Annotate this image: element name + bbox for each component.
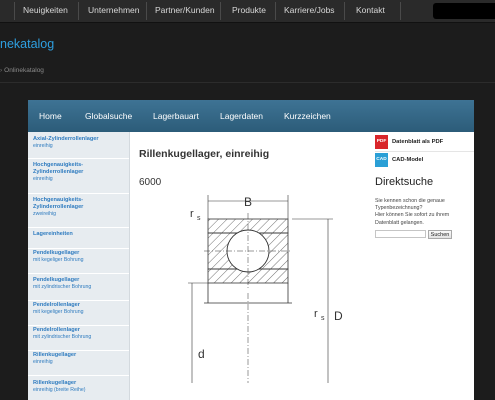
right-column: PDF Datenblatt als PDF CAD CAD-Model Dir… bbox=[375, 132, 474, 400]
label-rs-top: r bbox=[190, 208, 194, 220]
pdf-icon: PDF bbox=[375, 135, 388, 149]
nav-separator bbox=[14, 2, 15, 20]
catalog-nav-lagerdaten[interactable]: Lagerdaten bbox=[220, 100, 263, 132]
catalog-title[interactable]: nekatalog bbox=[0, 37, 54, 51]
catalog-page: Home Globalsuche Lagerbauart Lagerdaten … bbox=[28, 100, 474, 400]
sidebar-item-title: Pendelkugellager bbox=[33, 277, 80, 283]
sidebar-item-title: Pendelrollenlager bbox=[33, 302, 80, 308]
product-title: Rillenkugellager, einreihig bbox=[139, 148, 270, 160]
pdf-datasheet-label: Datenblatt als PDF bbox=[392, 139, 444, 145]
nav-separator bbox=[78, 2, 79, 20]
sidebar-item-subtitle: zweireihig bbox=[33, 211, 57, 217]
cad-icon: CAD bbox=[375, 153, 388, 167]
sidebar-item-subtitle: einreihig bbox=[33, 143, 53, 149]
sidebar-item-title: Hochgenauigkeits-Zylinderrollenlager bbox=[33, 162, 84, 175]
nav-separator bbox=[146, 2, 147, 20]
cad-model-label: CAD-Model bbox=[392, 157, 424, 163]
sidebar-item-title: Rillenkugellager bbox=[33, 380, 77, 386]
sidebar-item-title: Hochgenauigkeits-Zylinderrollenlager bbox=[33, 197, 84, 210]
nav-item-unternehmen[interactable]: Unternehmen bbox=[88, 0, 140, 22]
nav-item-neuigkeiten[interactable]: Neuigkeiten bbox=[23, 0, 68, 22]
sidebar-item[interactable]: Rillenkugellager einreihig (breite Reihe… bbox=[28, 380, 129, 400]
catalog-nav-lagerbauart[interactable]: Lagerbauart bbox=[153, 100, 199, 132]
label-rs-top-sub: s bbox=[197, 215, 201, 222]
nav-separator bbox=[400, 2, 401, 20]
product-code: 6000 bbox=[139, 177, 162, 188]
direct-search-heading: Direktsuche bbox=[375, 176, 434, 188]
catalog-nav: Home Globalsuche Lagerbauart Lagerdaten … bbox=[28, 100, 474, 132]
sidebar-item[interactable]: Pendelrollenlager mit zylindrischer Bohr… bbox=[28, 327, 129, 351]
nav-item-karriere-jobs[interactable]: Karriere/Jobs bbox=[284, 0, 335, 22]
sidebar-item-title: Pendelkugellager bbox=[33, 250, 80, 256]
direct-search-description: Sie kennen schon die genaue Typenbezeich… bbox=[375, 198, 474, 227]
direct-search-input[interactable] bbox=[375, 230, 426, 238]
label-d-inner: d bbox=[198, 347, 205, 361]
search-button[interactable]: Suchen bbox=[428, 230, 452, 239]
chevron-right-icon: › bbox=[0, 67, 3, 74]
sidebar-item[interactable]: Hochgenauigkeits-Zylinderrollenlager zwe… bbox=[28, 197, 129, 228]
direct-search-text: Hier können Sie sofort zu ihrem Datenbla… bbox=[375, 212, 450, 226]
bearing-drawing: B r s D r s d bbox=[188, 195, 343, 383]
sidebar-item[interactable]: Rillenkugellager einreihig bbox=[28, 352, 129, 376]
sidebar-item-subtitle: mit zylindrischer Bohrung bbox=[33, 334, 92, 340]
sidebar-item[interactable]: Lagereinheiten bbox=[28, 231, 129, 249]
sidebar-item-title: Axial-Zylinderrollenlager bbox=[33, 136, 99, 142]
sidebar-item-subtitle: mit zylindrischer Bohrung bbox=[33, 284, 92, 290]
pdf-datasheet-button[interactable]: PDF Datenblatt als PDF bbox=[375, 134, 474, 150]
catalog-nav-home[interactable]: Home bbox=[39, 100, 62, 132]
direct-search-text: Sie kennen schon die genaue Typenbezeich… bbox=[375, 198, 445, 212]
sidebar-item-title: Pendelrollenlager bbox=[33, 327, 80, 333]
nav-item-kontakt[interactable]: Kontakt bbox=[356, 0, 385, 22]
sidebar-item[interactable]: Pendelrollenlager mit kegeliger Bohrung bbox=[28, 302, 129, 326]
sidebar-item-subtitle: mit kegeliger Bohrung bbox=[33, 257, 84, 263]
label-b: B bbox=[244, 195, 252, 209]
nav-separator bbox=[275, 2, 276, 20]
label-d-outer: D bbox=[334, 309, 343, 323]
sidebar-item-subtitle: einreihig bbox=[33, 359, 53, 365]
catalog-nav-globalsuche[interactable]: Globalsuche bbox=[85, 100, 132, 132]
sidebar-item[interactable]: Axial-Zylinderrollenlager einreihig bbox=[28, 136, 129, 159]
sidebar-item-subtitle: mit kegeliger Bohrung bbox=[33, 309, 84, 315]
sidebar-item[interactable]: Hochgenauigkeits-Zylinderrollenlager ein… bbox=[28, 162, 129, 194]
sidebar-item-subtitle: einreihig (breite Reihe) bbox=[33, 387, 86, 393]
nav-separator bbox=[344, 2, 345, 20]
sidebar-item-title: Lagereinheiten bbox=[33, 231, 73, 237]
breadcrumb-item[interactable]: Onlinekatalog bbox=[4, 67, 44, 74]
label-rs-right: r bbox=[314, 308, 318, 320]
top-search-input[interactable] bbox=[433, 3, 495, 19]
divider bbox=[0, 82, 495, 83]
nav-separator bbox=[220, 2, 221, 20]
sidebar-item[interactable]: Pendelkugellager mit zylindrischer Bohru… bbox=[28, 277, 129, 301]
breadcrumb: › Onlinekatalog bbox=[0, 67, 44, 74]
top-nav: Neuigkeiten Unternehmen Partner/Kunden P… bbox=[0, 0, 495, 23]
category-sidebar: Axial-Zylinderrollenlager einreihig Hoch… bbox=[28, 132, 130, 400]
sidebar-item-title: Rillenkugellager bbox=[33, 352, 77, 358]
label-rs-right-sub: s bbox=[321, 315, 325, 322]
nav-item-partner-kunden[interactable]: Partner/Kunden bbox=[155, 0, 215, 22]
catalog-nav-kurzzeichen[interactable]: Kurzzeichen bbox=[284, 100, 331, 132]
nav-item-produkte[interactable]: Produkte bbox=[232, 0, 266, 22]
sidebar-item-subtitle: einreihig bbox=[33, 176, 53, 182]
sidebar-item[interactable]: Pendelkugellager mit kegeliger Bohrung bbox=[28, 250, 129, 274]
cad-model-button[interactable]: CAD CAD-Model bbox=[375, 152, 474, 168]
